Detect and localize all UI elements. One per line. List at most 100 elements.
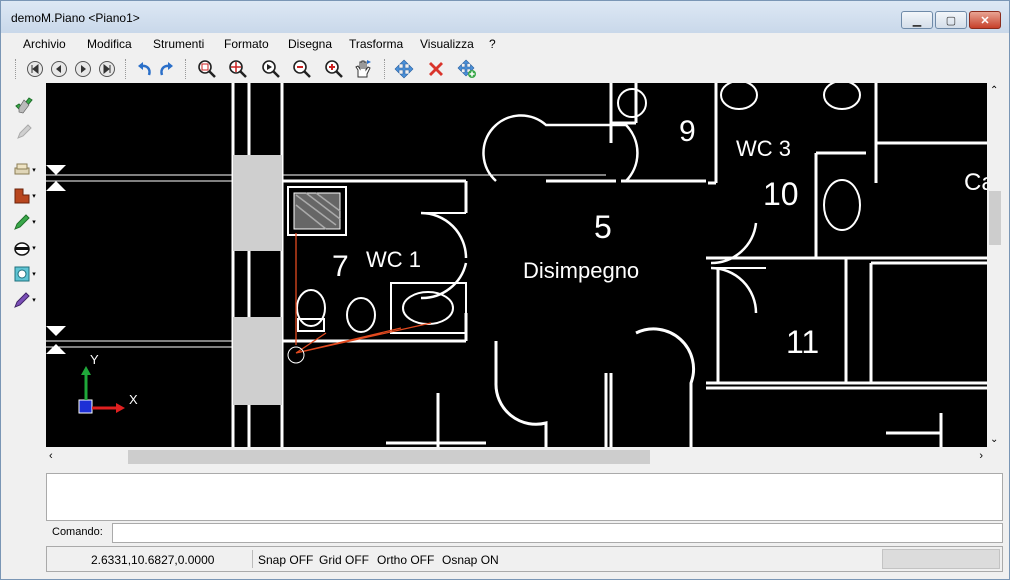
axis-x-label: X xyxy=(129,392,138,407)
left-toolbar: ▾ ▾ ▾ ▾ ▾ ▾ xyxy=(7,89,41,319)
zoom-out-button[interactable] xyxy=(291,58,313,80)
copy-arrows-icon xyxy=(457,59,476,78)
ortho-toggle[interactable]: Ortho OFF xyxy=(377,553,434,567)
command-input[interactable] xyxy=(112,523,1003,543)
snap-toggle[interactable]: Snap OFF xyxy=(258,553,313,567)
pencil-icon xyxy=(17,124,32,139)
close-button[interactable]: ✕ xyxy=(969,11,1001,29)
room-5-name: Disimpegno xyxy=(523,258,639,283)
zoom-center-icon xyxy=(229,60,247,78)
delete-x-icon xyxy=(429,62,443,76)
minimize-icon: ▁ xyxy=(912,14,922,27)
zoom-window-button[interactable] xyxy=(196,58,218,80)
scroll-up-icon[interactable]: ⌃ xyxy=(990,85,998,96)
zoom-out-icon xyxy=(293,60,311,78)
move-arrows-icon xyxy=(394,59,414,79)
scroll-right-icon[interactable]: › xyxy=(979,450,983,462)
last-button[interactable] xyxy=(96,58,118,80)
redo-button[interactable] xyxy=(156,58,178,80)
select-tool-button[interactable] xyxy=(11,95,37,117)
next-button[interactable] xyxy=(72,58,94,80)
close-icon: ✕ xyxy=(980,14,990,27)
horizontal-scrollbar[interactable]: ‹ › xyxy=(46,447,987,467)
previous-icon xyxy=(51,61,67,77)
edit-tool-button[interactable] xyxy=(11,121,37,143)
room-11-number: 11 xyxy=(786,324,819,360)
command-row: Comando: xyxy=(46,523,1003,543)
status-separator xyxy=(252,550,253,568)
last-icon xyxy=(99,61,115,77)
pan-button[interactable] xyxy=(352,58,374,80)
menu-help[interactable]: ? xyxy=(489,37,496,51)
axis-y-label: Y xyxy=(90,352,99,367)
floor-plan: Y X 5 Disimpegno 7 WC 1 9 10 WC 3 11 Ca xyxy=(46,83,987,447)
dimension-tool-button[interactable]: ▾ xyxy=(11,289,37,311)
draw-line-tool-button[interactable]: ▾ xyxy=(11,211,37,233)
grid-toggle[interactable]: Grid OFF xyxy=(319,553,369,567)
wall-brick-icon xyxy=(14,188,30,204)
purple-pen-icon xyxy=(14,292,30,308)
zoom-in-icon xyxy=(325,60,343,78)
menu-disegna[interactable]: Disegna xyxy=(288,37,332,51)
osnap-toggle[interactable]: Osnap ON xyxy=(442,553,499,567)
coordinates-readout: 2.6331,10.6827,0.0000 xyxy=(91,553,215,567)
maximize-button[interactable]: ▢ xyxy=(935,11,967,29)
scroll-left-icon[interactable]: ‹ xyxy=(49,450,53,462)
first-icon xyxy=(27,61,43,77)
room-9-number: 9 xyxy=(679,115,696,148)
status-bar: 2.6331,10.6827,0.0000 Snap OFF Grid OFF … xyxy=(46,546,1003,572)
room-10-number: 10 xyxy=(763,176,799,212)
copy-move-button[interactable] xyxy=(456,58,478,80)
delete-button[interactable] xyxy=(425,58,447,80)
previous-button[interactable] xyxy=(48,58,70,80)
menu-visualizza[interactable]: Visualizza xyxy=(420,37,474,51)
command-label: Comando: xyxy=(52,526,103,538)
wall-tool-button[interactable]: ▾ xyxy=(11,185,37,207)
zoom-center-button[interactable] xyxy=(227,58,249,80)
horizontal-scroll-thumb[interactable] xyxy=(128,450,650,464)
menu-formato[interactable]: Formato xyxy=(224,37,269,51)
undo-icon xyxy=(138,62,151,76)
toolbar-separator xyxy=(185,59,187,79)
status-panel xyxy=(882,549,1000,569)
redo-icon xyxy=(160,62,173,76)
select-pencil-icon xyxy=(15,97,33,114)
toolbar-separator xyxy=(125,59,127,79)
undo-button[interactable] xyxy=(133,58,155,80)
furniture-tool-button[interactable]: ▾ xyxy=(11,159,37,181)
zoom-in-button[interactable] xyxy=(323,58,345,80)
partial-room-label: Ca xyxy=(964,169,987,196)
fixture-tool-button[interactable]: ▾ xyxy=(11,263,37,285)
command-history xyxy=(46,473,1003,521)
zoom-realtime-button[interactable] xyxy=(260,58,282,80)
scroll-down-icon[interactable]: ⌄ xyxy=(990,434,998,445)
room-5-number: 5 xyxy=(594,209,612,245)
window-title: demoM.Piano <Piano1> xyxy=(11,11,140,25)
menu-archivio[interactable]: Archivio xyxy=(23,37,66,51)
toolbar xyxy=(1,55,1009,83)
move-button[interactable] xyxy=(393,58,415,80)
zoom-realtime-icon xyxy=(262,60,280,78)
vertical-scroll-thumb[interactable] xyxy=(989,191,1001,245)
fixture-icon xyxy=(14,266,30,282)
toilet-symbol-icon xyxy=(14,242,30,256)
menu-modifica[interactable]: Modifica xyxy=(87,37,132,51)
first-button[interactable] xyxy=(24,58,46,80)
toolbar-separator xyxy=(15,59,17,79)
toolbar-separator xyxy=(384,59,386,79)
room-10-name: WC 3 xyxy=(736,136,791,161)
title-bar: demoM.Piano <Piano1> ▁ ▢ ✕ xyxy=(1,1,1009,33)
drawing-canvas[interactable]: Y X 5 Disimpegno 7 WC 1 9 10 WC 3 11 Ca xyxy=(46,83,987,447)
next-icon xyxy=(75,61,91,77)
furniture-icon xyxy=(14,163,30,175)
vertical-scrollbar[interactable]: ⌃ ⌄ xyxy=(987,83,1003,447)
symbol-tool-button[interactable]: ▾ xyxy=(11,237,37,259)
menu-trasforma[interactable]: Trasforma xyxy=(349,37,403,51)
room-7-name: WC 1 xyxy=(366,247,421,272)
minimize-button[interactable]: ▁ xyxy=(901,11,933,29)
maximize-icon: ▢ xyxy=(945,14,957,27)
room-7-number: 7 xyxy=(332,250,349,283)
menu-bar: Archivio Modifica Strumenti Formato Dise… xyxy=(1,33,1009,55)
pan-hand-icon xyxy=(355,60,371,78)
menu-strumenti[interactable]: Strumenti xyxy=(153,37,204,51)
